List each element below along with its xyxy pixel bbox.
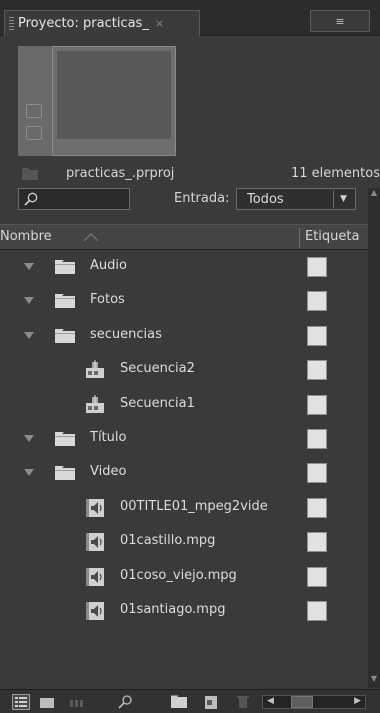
label-color-swatch[interactable] — [307, 257, 327, 277]
label-color-swatch[interactable] — [307, 360, 327, 381]
label-color-swatch[interactable] — [307, 394, 327, 415]
list-item[interactable]: Fotos — [0, 284, 368, 318]
item-label: 01castillo.mpg — [120, 533, 216, 549]
folder-icon — [55, 294, 75, 309]
disclosure-triangle-icon[interactable] — [24, 331, 34, 340]
bottom-toolbar: ◀ ▶ — [0, 689, 380, 713]
preview-thumbnail — [52, 46, 176, 156]
item-label: 00TITLE01_mpeg2vide — [120, 498, 268, 514]
list-item[interactable]: Secuencia1 — [0, 388, 368, 422]
play-icon[interactable] — [26, 126, 42, 140]
label-color-swatch[interactable] — [307, 291, 327, 312]
scroll-down-arrow-icon[interactable]: ▼ — [368, 674, 380, 688]
filter-row: Entrada: Todos ▼ — [0, 188, 366, 214]
folder-icon — [55, 328, 75, 343]
preview-image — [57, 51, 171, 139]
label-color-swatch[interactable] — [307, 566, 327, 587]
new-item-icon[interactable] — [202, 694, 220, 710]
disclosure-triangle-icon[interactable] — [24, 263, 34, 271]
tab-title: Proyecto: practicas_ — [18, 16, 149, 31]
item-label: 01santiago.mpg — [120, 601, 226, 617]
grip-icon[interactable] — [9, 16, 14, 31]
folder-icon — [55, 431, 75, 446]
chevron-right-icon[interactable]: ▶ — [354, 696, 361, 706]
disclosure-triangle-icon[interactable] — [24, 297, 34, 305]
column-header: Nombre Etiqueta — [0, 224, 368, 250]
list-item[interactable]: 01santiago.mpg — [0, 594, 368, 628]
list-item[interactable]: Título — [0, 422, 368, 456]
video-clip-icon — [86, 601, 104, 620]
item-label: Título — [90, 429, 127, 445]
find-icon[interactable] — [116, 694, 134, 710]
folder-icon — [22, 168, 38, 180]
item-count: 11 elementos — [290, 166, 380, 181]
list-item[interactable]: 01coso_viejo.mpg — [0, 560, 368, 594]
slider-thumb[interactable] — [291, 696, 313, 708]
panel-menu-button[interactable]: ≡ — [310, 10, 370, 32]
item-label: secuencias — [90, 326, 162, 342]
tab-project[interactable]: Proyecto: practicas_ × — [4, 10, 200, 36]
label-color-swatch[interactable] — [307, 325, 327, 346]
panel-menu-icon: ≡ — [335, 14, 345, 28]
label-color-swatch[interactable] — [307, 532, 327, 553]
new-bin-icon[interactable] — [170, 694, 188, 710]
search-icon — [24, 192, 38, 206]
video-clip-icon — [86, 498, 104, 517]
label-color-swatch[interactable] — [307, 428, 327, 449]
item-label: Audio — [90, 258, 127, 273]
list-item[interactable]: secuencias — [0, 319, 368, 353]
icon-view-icon[interactable] — [38, 694, 56, 710]
panel-tab-bar: Proyecto: practicas_ × ≡ — [0, 0, 380, 36]
label-color-swatch[interactable] — [307, 497, 327, 518]
column-label-header[interactable]: Etiqueta — [305, 229, 369, 244]
folder-icon — [55, 466, 75, 481]
chevron-left-icon[interactable]: ◀ — [267, 696, 274, 706]
video-clip-icon — [86, 567, 104, 586]
delete-icon[interactable] — [234, 694, 252, 710]
search-input[interactable] — [18, 188, 130, 210]
scroll-up-arrow-icon[interactable]: ▲ — [368, 188, 380, 202]
zoom-slider[interactable]: ◀ ▶ — [262, 695, 366, 709]
column-name-header[interactable]: Nombre — [0, 229, 52, 244]
list-item[interactable]: 01castillo.mpg — [0, 525, 368, 559]
item-label: Secuencia1 — [120, 395, 195, 411]
list-item[interactable]: Audio — [0, 250, 368, 284]
column-divider[interactable] — [299, 228, 300, 248]
item-label: Video — [90, 464, 127, 480]
project-info-row: practicas_.prproj 11 elementos — [0, 160, 380, 188]
list-view-icon[interactable] — [12, 694, 30, 710]
project-item-list: Audio Fotos secuencias Secuencia2 Secuencia1… — [0, 250, 368, 628]
poster-frame-icon[interactable] — [26, 104, 42, 118]
label-color-swatch[interactable] — [307, 463, 327, 484]
sequence-icon — [86, 360, 104, 379]
list-item[interactable]: 00TITLE01_mpeg2vide — [0, 491, 368, 525]
vertical-scrollbar[interactable]: ▲ ▼ — [368, 188, 380, 688]
sequence-icon — [86, 394, 104, 413]
list-item[interactable]: Secuencia2 — [0, 353, 368, 387]
item-label: 01coso_viejo.mpg — [120, 567, 237, 583]
label-color-swatch[interactable] — [307, 600, 327, 621]
item-label: Secuencia2 — [120, 361, 195, 377]
project-name: practicas_.prproj — [66, 166, 175, 181]
preview-controls — [18, 46, 52, 156]
preview-area — [0, 36, 380, 158]
entrada-dropdown[interactable]: Todos ▼ — [236, 188, 356, 210]
sort-ascending-icon[interactable] — [83, 232, 99, 242]
entrada-label: Entrada: — [174, 191, 230, 206]
folder-icon — [55, 260, 75, 274]
list-item[interactable]: Video — [0, 456, 368, 490]
video-clip-icon — [86, 533, 104, 552]
chevron-down-icon[interactable]: ▼ — [333, 190, 353, 208]
automate-to-sequence-icon[interactable] — [68, 694, 86, 710]
disclosure-triangle-icon[interactable] — [24, 434, 34, 443]
item-label: Fotos — [90, 292, 125, 308]
disclosure-triangle-icon[interactable] — [24, 469, 34, 477]
entrada-value: Todos — [247, 191, 284, 207]
close-icon[interactable]: × — [155, 17, 164, 30]
